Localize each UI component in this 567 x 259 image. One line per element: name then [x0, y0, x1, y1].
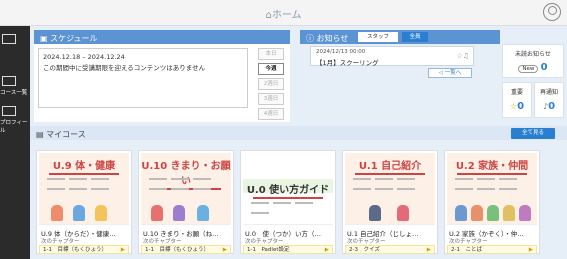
course-card[interactable]: U.2 家族・仲間 U.2 家族（かぞく）・仲… 次のチャプター 2-1 ことば… [444, 150, 540, 254]
course-next-chapter[interactable]: 1-1 目標（もくひょう） ▶ [141, 245, 231, 254]
course-next-label: 次のチャプター [347, 239, 386, 245]
notice-item-title: 【1月】スクーリング [316, 59, 379, 67]
person-illustration [503, 205, 515, 221]
renotify-label: 再通知 [539, 89, 558, 96]
tab-staff[interactable]: スタッフ [358, 32, 398, 42]
course-thumb-rows [351, 175, 429, 191]
course-thumbnail: U.2 家族・仲間 [447, 153, 537, 225]
unread-count: 0 [540, 62, 548, 73]
course-thumbnail: U.1 自己紹介 [345, 153, 435, 225]
course-thumb-title: U.9 体・健康 [39, 157, 129, 175]
course-thumb-rows [249, 199, 327, 215]
sidebar-item-home[interactable] [0, 34, 30, 46]
notice-header: ⓘ お知らせ [300, 30, 500, 44]
bell-icon: ♫ [462, 52, 469, 60]
notice-pin-icons: ☆♫ [456, 52, 469, 60]
course-thumb-title: U.0 使い方ガイド [243, 181, 333, 199]
sidebar-item-label: プロフィール [0, 120, 28, 134]
course-thumbnail: U.0 使い方ガイド [243, 153, 333, 225]
day-tab-2[interactable]: 2週日 [258, 78, 284, 90]
person-illustration [369, 205, 381, 221]
course-next-chapter[interactable]: 2-1 ことば ▶ [447, 245, 537, 254]
person-illustration [51, 205, 63, 221]
person-illustration [95, 205, 107, 221]
course-thumb-title: U.1 自己紹介 [345, 157, 435, 175]
course-next-chapter[interactable]: 2-3 クイズ ▶ [345, 245, 435, 254]
course-next-label: 次のチャプター [449, 239, 488, 245]
play-icon: ▶ [324, 247, 329, 253]
play-icon: ▶ [528, 247, 533, 253]
courses-title: マイコース [46, 130, 86, 139]
important-label: 重要 [510, 89, 523, 96]
sidebar-item-label: コース一覧 [0, 90, 28, 96]
info-icon: ⓘ [306, 34, 317, 43]
course-thumb-rows [453, 175, 531, 191]
tab-all[interactable]: 全員 [402, 32, 428, 42]
person-illustration [173, 205, 185, 221]
schedule-body: 2024.12.18 – 2024.12.24 この期間中に受講期限を迎えるコン… [38, 48, 248, 108]
day-tab-3[interactable]: 3週日 [258, 93, 284, 105]
new-badge: New [518, 65, 539, 73]
unread-label: 未読お知らせ [515, 51, 551, 58]
day-tab-4[interactable]: 4週日 [258, 108, 284, 120]
schedule-panel: ▣ スケジュール 2024.12.18 – 2024.12.24 この期間中に受… [34, 30, 290, 122]
course-thumbnail: U.9 体・健康 [39, 153, 129, 225]
person-illustration [73, 205, 85, 221]
important-count: 0 [517, 101, 525, 112]
course-next-label: 次のチャプター [41, 239, 80, 245]
list-icon [2, 76, 16, 86]
course-next-chapter[interactable]: 1-1 Padlet設定 ▶ [243, 245, 333, 254]
user-icon[interactable] [543, 3, 561, 21]
course-next-label: 次のチャプター [143, 239, 182, 245]
person-illustration [397, 205, 409, 221]
main-content: ▣ スケジュール 2024.12.18 – 2024.12.24 この期間中に受… [30, 26, 567, 259]
no-sign-illustration [151, 205, 163, 221]
person-illustration [455, 205, 467, 221]
person-illustration [519, 205, 531, 221]
renotify-box[interactable]: 再通知 ♪0 [534, 82, 564, 118]
notice-item-date: 2024/12/13 00:00 [316, 49, 366, 55]
sidebar-item-profile[interactable]: プロフィール [0, 106, 30, 134]
see-all-button[interactable]: 全て見る [511, 128, 555, 139]
unread-notice-box[interactable]: 未読お知らせ New 0 [502, 44, 564, 78]
day-tab-today[interactable]: 本日 [258, 48, 284, 60]
person-illustration [197, 205, 209, 221]
notice-list-link[interactable]: ◁ 一覧へ [428, 68, 472, 78]
course-next-chapter[interactable]: 1-1 目標（もくひょう） ▶ [39, 245, 129, 254]
page-title: ⌂ホーム [265, 10, 302, 21]
top-bar: ⌂ホーム [0, 0, 567, 26]
play-icon: ▶ [120, 247, 125, 253]
play-icon: ▶ [222, 247, 227, 253]
course-thumb-rows [45, 175, 123, 191]
schedule-header: ▣ スケジュール [34, 30, 290, 44]
home-icon [2, 34, 16, 44]
notice-panel: ⓘ お知らせ スタッフ 全員 [300, 30, 500, 44]
course-card[interactable]: U.9 体・健康 U.9 体（からだ）・健康… 次のチャプター 1-1 目標（も… [36, 150, 132, 254]
schedule-message: この期間中に受講期限を迎えるコンテンツはありません [43, 64, 206, 72]
sidebar: コース一覧 プロフィール [0, 26, 30, 259]
day-tab-week[interactable]: 今週 [258, 63, 284, 75]
renotify-count: 0 [548, 101, 556, 112]
important-box[interactable]: 重要 ☆0 [502, 82, 532, 118]
schedule-date-range: 2024.12.18 – 2024.12.24 [43, 53, 125, 61]
profile-icon [2, 106, 16, 116]
course-next-label: 次のチャプター [245, 239, 284, 245]
notice-item[interactable]: 2024/12/13 00:00 【1月】スクーリング ☆♫ [310, 46, 474, 67]
course-thumb-title: U.2 家族・仲間 [447, 157, 537, 175]
courses-header: ▤ マイコース 全て見る [30, 126, 567, 140]
sidebar-item-courses[interactable]: コース一覧 [0, 76, 30, 96]
course-card[interactable]: U.10 きまり・お願い U.10 きまり・お願（ね… 次のチャプター 1-1 … [138, 150, 234, 254]
course-card[interactable]: U.0 使い方ガイド U.0 使（つか）い方（… 次のチャプター 1-1 Pad… [240, 150, 336, 254]
person-illustration [471, 205, 483, 221]
course-thumbnail: U.10 きまり・お願い [141, 153, 231, 225]
course-thumb-rows [147, 175, 225, 191]
course-card[interactable]: U.1 自己紹介 U.1 自己紹介（じしょ… 次のチャプター 2-3 クイズ ▶ [342, 150, 438, 254]
person-illustration [487, 205, 499, 221]
book-icon: ▤ [36, 130, 47, 139]
calendar-icon: ▣ [40, 34, 51, 43]
play-icon: ▶ [426, 247, 431, 253]
